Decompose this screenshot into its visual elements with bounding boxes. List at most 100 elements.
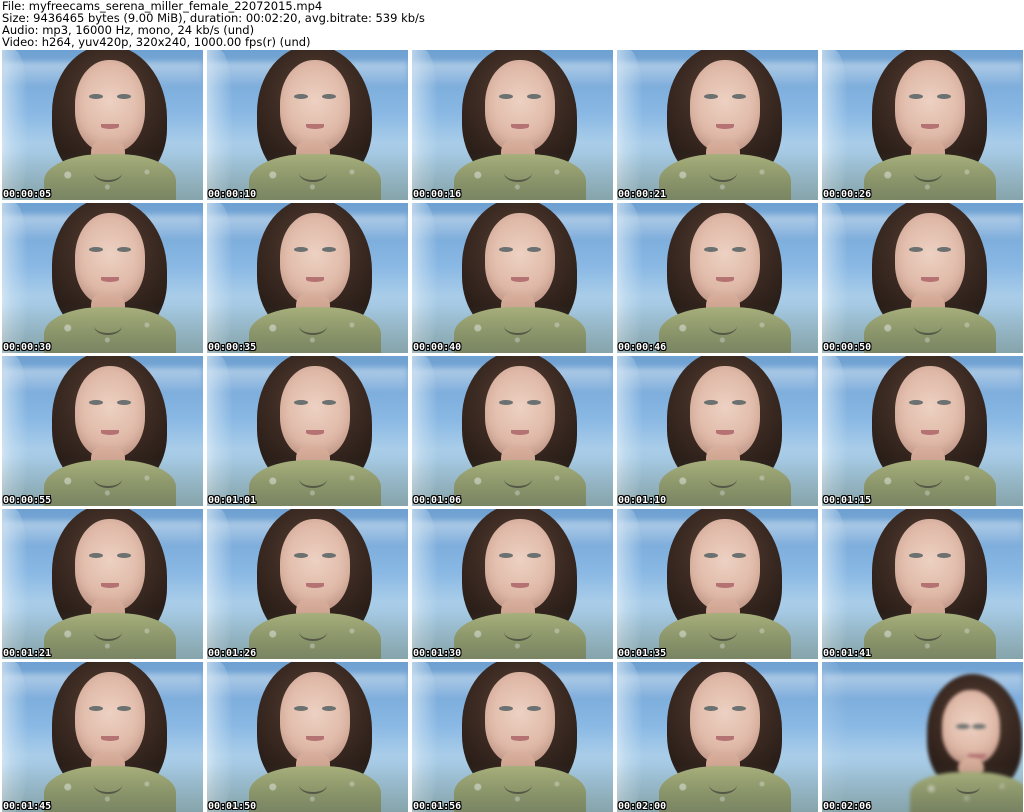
- sequin-dress: [454, 613, 586, 659]
- neck: [501, 293, 535, 319]
- sequin-dress: [249, 460, 381, 506]
- sequin-dress: [249, 613, 381, 659]
- curtain: [2, 509, 28, 659]
- necklace: [914, 317, 942, 335]
- thumbnail[interactable]: 00:02:06: [822, 662, 1023, 812]
- face: [895, 366, 965, 458]
- timestamp: 00:01:06: [413, 495, 462, 506]
- face: [895, 519, 965, 611]
- thumbnail[interactable]: 00:01:06: [412, 356, 613, 506]
- thumbnail[interactable]: 00:00:50: [822, 203, 1023, 353]
- curtain: [207, 509, 233, 659]
- sequin-dress: [454, 307, 586, 353]
- face: [690, 672, 760, 764]
- face: [690, 366, 760, 458]
- thumbnail[interactable]: 00:01:21: [2, 509, 203, 659]
- thumbnail[interactable]: 00:01:50: [207, 662, 408, 812]
- necklace: [709, 623, 737, 641]
- thumbnail[interactable]: 00:00:10: [207, 50, 408, 200]
- necklace: [914, 623, 942, 641]
- neck: [706, 446, 740, 472]
- thumbnail[interactable]: 00:01:26: [207, 509, 408, 659]
- timestamp: 00:01:41: [823, 648, 872, 659]
- thumbnail[interactable]: 00:02:00: [617, 662, 818, 812]
- thumbnail[interactable]: 00:00:46: [617, 203, 818, 353]
- curtain: [822, 356, 848, 506]
- sequin-dress: [659, 766, 791, 812]
- thumbnail[interactable]: 00:01:45: [2, 662, 203, 812]
- thumbnail[interactable]: 00:01:10: [617, 356, 818, 506]
- thumbnail[interactable]: 00:00:26: [822, 50, 1023, 200]
- sequin-dress: [44, 460, 176, 506]
- necklace: [709, 164, 737, 182]
- timestamp: 00:01:01: [208, 495, 257, 506]
- necklace: [94, 164, 122, 182]
- timestamp: 00:00:26: [823, 189, 872, 200]
- curtain: [822, 662, 848, 812]
- thumbnail[interactable]: 00:00:30: [2, 203, 203, 353]
- curtain: [2, 203, 28, 353]
- neck: [91, 293, 125, 319]
- necklace: [299, 470, 327, 488]
- face: [690, 519, 760, 611]
- sequin-dress: [864, 460, 996, 506]
- thumbnail[interactable]: 00:01:15: [822, 356, 1023, 506]
- face: [895, 60, 965, 152]
- sequin-dress: [864, 307, 996, 353]
- thumbnail[interactable]: 00:01:01: [207, 356, 408, 506]
- thumbnail[interactable]: 00:00:35: [207, 203, 408, 353]
- thumbnail[interactable]: 00:01:41: [822, 509, 1023, 659]
- thumbnail[interactable]: 00:00:16: [412, 50, 613, 200]
- face: [690, 60, 760, 152]
- face: [280, 519, 350, 611]
- thumbnail[interactable]: 00:01:35: [617, 509, 818, 659]
- timestamp: 00:00:46: [618, 342, 667, 353]
- sequin-dress: [864, 154, 996, 200]
- curtain: [617, 356, 643, 506]
- thumbnail[interactable]: 00:00:21: [617, 50, 818, 200]
- curtain: [412, 662, 438, 812]
- curtain: [2, 356, 28, 506]
- sequin-dress: [864, 613, 996, 659]
- neck: [911, 140, 945, 166]
- necklace: [914, 470, 942, 488]
- neck: [91, 599, 125, 625]
- neck: [91, 446, 125, 472]
- necklace: [299, 776, 327, 794]
- sequin-dress: [44, 766, 176, 812]
- thumbnail-grid: 00:00:05 00:00:10 00:00:16 00:00:21 00:0: [2, 50, 1023, 812]
- thumbnail[interactable]: 00:00:05: [2, 50, 203, 200]
- neck: [706, 752, 740, 778]
- curtain: [822, 509, 848, 659]
- timestamp: 00:00:55: [3, 495, 52, 506]
- necklace: [504, 776, 532, 794]
- face: [942, 690, 1000, 764]
- neck: [91, 752, 125, 778]
- curtain: [617, 50, 643, 200]
- face: [485, 366, 555, 458]
- curtain: [617, 509, 643, 659]
- sequin-dress: [44, 154, 176, 200]
- face: [75, 60, 145, 152]
- neck: [91, 140, 125, 166]
- necklace: [94, 317, 122, 335]
- timestamp: 00:00:50: [823, 342, 872, 353]
- face: [75, 213, 145, 305]
- timestamp: 00:00:40: [413, 342, 462, 353]
- curtain: [617, 203, 643, 353]
- sequin-dress: [454, 154, 586, 200]
- thumbnail[interactable]: 00:01:30: [412, 509, 613, 659]
- thumbnail[interactable]: 00:00:55: [2, 356, 203, 506]
- timestamp: 00:01:15: [823, 495, 872, 506]
- timestamp: 00:01:35: [618, 648, 667, 659]
- face: [75, 519, 145, 611]
- curtain: [617, 662, 643, 812]
- timestamp: 00:00:10: [208, 189, 257, 200]
- timestamp: 00:00:21: [618, 189, 667, 200]
- neck: [911, 446, 945, 472]
- thumbnail[interactable]: 00:01:56: [412, 662, 613, 812]
- sequin-dress: [910, 772, 1023, 812]
- face: [280, 366, 350, 458]
- face: [280, 60, 350, 152]
- thumbnail[interactable]: 00:00:40: [412, 203, 613, 353]
